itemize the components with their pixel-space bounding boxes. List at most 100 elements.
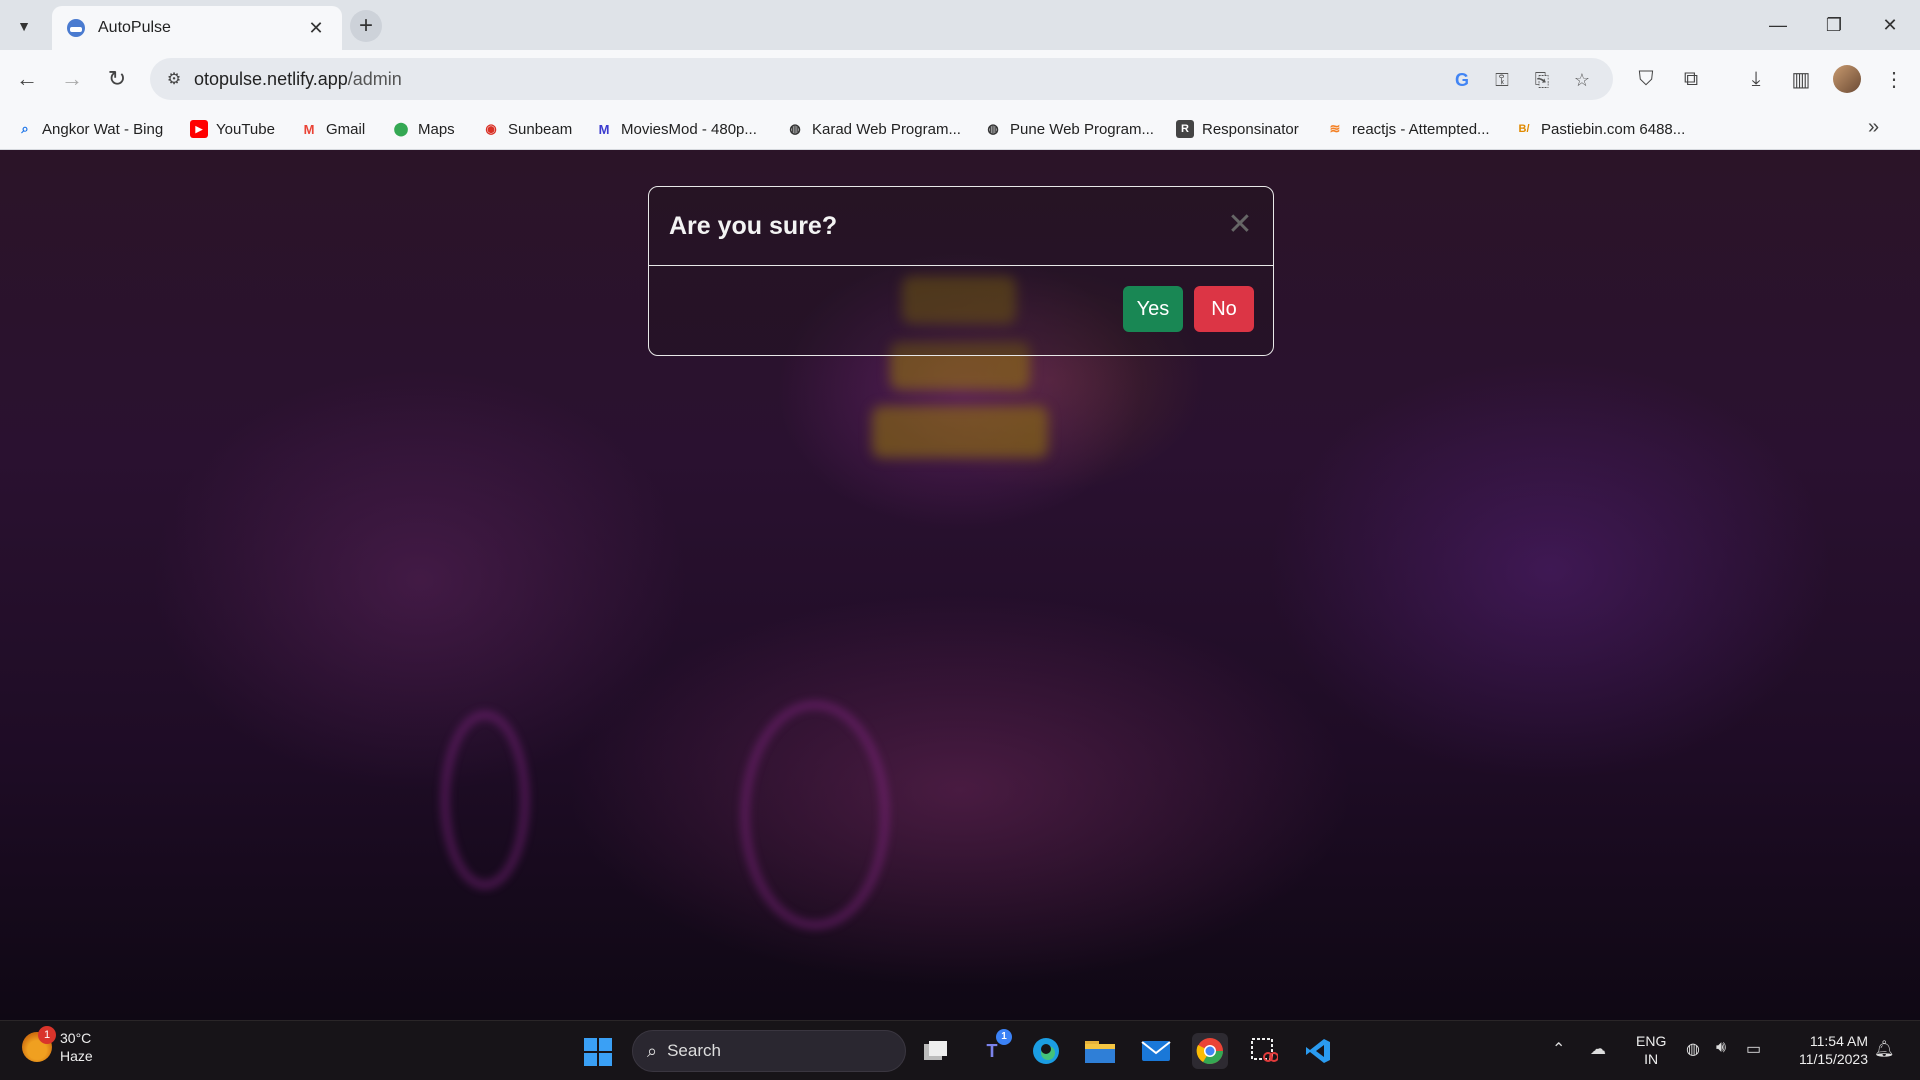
- back-button[interactable]: ←: [10, 62, 44, 96]
- region-code: IN: [1644, 1051, 1659, 1067]
- weather-sun-icon: 1: [22, 1026, 56, 1062]
- onedrive-icon[interactable]: ☁: [1590, 1039, 1606, 1059]
- dialog-header: Are you sure? ✕: [649, 187, 1273, 266]
- no-button[interactable]: No: [1194, 286, 1254, 332]
- chevron-up-icon[interactable]: ⌃: [1552, 1039, 1565, 1059]
- volume-icon[interactable]: 🔊︎: [1716, 1039, 1726, 1057]
- side-panel-icon[interactable]: ▥: [1787, 65, 1815, 93]
- bookmarks-bar: ⌕ Angkor Wat - Bing ▶ YouTube M Gmail ⬤ Maps…: [0, 108, 1920, 150]
- close-icon: ✕: [1882, 14, 1898, 35]
- bookmark-item[interactable]: ◍ Pune Web Program...: [984, 117, 1154, 141]
- blurred-wheel: [440, 710, 530, 890]
- car-favicon-icon: [67, 19, 85, 37]
- mail-icon[interactable]: [1138, 1033, 1174, 1069]
- tab-strip: ▼ AutoPulse ✕ + — ❐ ✕: [0, 0, 1920, 50]
- reload-button[interactable]: ↻: [100, 62, 134, 96]
- bookmark-label: YouTube: [216, 120, 275, 138]
- dialog-title: Are you sure?: [669, 211, 838, 240]
- close-icon[interactable]: ✕: [1225, 210, 1255, 241]
- google-lens-icon[interactable]: G: [1450, 68, 1474, 92]
- bookmark-label: Sunbeam: [508, 120, 573, 138]
- weather-temp: 30°C: [60, 1030, 92, 1046]
- bookmark-item[interactable]: ⌕ Angkor Wat - Bing: [16, 117, 163, 141]
- tab-title: AutoPulse: [98, 19, 171, 36]
- sunbeam-icon: ◉: [485, 121, 497, 136]
- site-info-icon[interactable]: ⚙: [154, 59, 194, 99]
- chevron-down-icon: ▼: [17, 18, 31, 34]
- restore-icon: ❐: [1825, 14, 1843, 35]
- windows-logo-icon: [599, 1038, 612, 1051]
- chrome-icon[interactable]: [1192, 1033, 1228, 1069]
- bookmark-label: Karad Web Program...: [812, 120, 961, 138]
- arrow-right-icon: →: [61, 66, 83, 91]
- active-tab[interactable]: AutoPulse ✕: [52, 6, 342, 50]
- bing-search-icon: ⌕: [21, 121, 29, 136]
- url-host: otopulse.netlify.app: [194, 68, 348, 89]
- bookmark-item[interactable]: ⬤ Maps: [392, 117, 455, 141]
- edge-icon[interactable]: [1028, 1033, 1064, 1069]
- file-explorer-icon[interactable]: [1082, 1033, 1118, 1069]
- plus-icon: +: [358, 12, 373, 39]
- profile-avatar[interactable]: [1833, 65, 1861, 93]
- bookmark-label: Responsinator: [1202, 120, 1299, 138]
- bookmark-item[interactable]: ◉ Sunbeam: [482, 117, 572, 141]
- bookmark-label: MoviesMod - 480p...: [621, 120, 757, 138]
- battery-icon[interactable]: ▭: [1746, 1039, 1761, 1059]
- moviesmod-icon: M: [598, 121, 610, 137]
- bookmark-star-icon[interactable]: ☆: [1570, 68, 1594, 92]
- yes-button[interactable]: Yes: [1123, 286, 1183, 332]
- language-code: ENG: [1636, 1033, 1667, 1049]
- tab-search-button[interactable]: ▼: [10, 12, 38, 40]
- bookmark-label: Gmail: [326, 120, 366, 138]
- chevron-double-right-icon[interactable]: »: [1868, 116, 1879, 139]
- bookmark-item[interactable]: ▶ YouTube: [190, 117, 275, 141]
- bookmark-item[interactable]: B/Pastiebin.com 6488...: [1515, 117, 1686, 141]
- menu-kebab-icon[interactable]: ⋮: [1880, 65, 1908, 93]
- network-globe-icon[interactable]: ◍: [1686, 1039, 1700, 1059]
- maps-pin-icon: ⬤: [393, 121, 409, 136]
- restore-button[interactable]: ❐: [1806, 8, 1862, 42]
- extensions-puzzle-icon[interactable]: ⧉: [1677, 65, 1705, 93]
- new-tab-button[interactable]: +: [350, 10, 382, 42]
- weather-badge: 1: [38, 1026, 56, 1044]
- address-bar[interactable]: ⚙ otopulse.netlify.app/admin G ⚿ ⎘ ☆: [150, 58, 1613, 100]
- bookmark-label: Pastiebin.com 6488...: [1541, 120, 1686, 138]
- start-button[interactable]: [584, 1038, 612, 1066]
- clock-date: 11/15/2023: [1798, 1051, 1868, 1067]
- bookmark-item[interactable]: M Gmail: [300, 117, 366, 141]
- weather-widget[interactable]: 1 30°C Haze: [22, 1026, 93, 1065]
- close-tab-icon[interactable]: ✕: [304, 18, 328, 39]
- weather-desc: Haze: [60, 1048, 93, 1064]
- blurred-wheel: [740, 700, 890, 930]
- extension-shield-icon[interactable]: ⛉: [1632, 65, 1660, 93]
- bookmark-item[interactable]: ≋ reactjs - Attempted...: [1326, 117, 1490, 141]
- task-view-icon[interactable]: [918, 1033, 954, 1069]
- bookmark-label: reactjs - Attempted...: [1352, 120, 1490, 138]
- search-icon: ⌕: [647, 1040, 658, 1061]
- teams-icon[interactable]: T1: [974, 1029, 1012, 1069]
- url-path: /admin: [347, 68, 402, 89]
- taskbar-search[interactable]: ⌕ Search: [632, 1030, 906, 1072]
- clock[interactable]: 11:54 AM 11/15/2023: [1786, 1032, 1868, 1068]
- forward-button[interactable]: →: [55, 62, 89, 96]
- windows-taskbar: 1 30°C Haze ⌕ Search T1 ⌃ ☁ ENG IN ◍ 🔊︎ …: [0, 1020, 1920, 1080]
- bookmark-item[interactable]: ◍ Karad Web Program...: [786, 117, 961, 141]
- dialog-footer: Yes No: [649, 266, 1273, 356]
- language-indicator[interactable]: ENG IN: [1636, 1032, 1666, 1068]
- search-placeholder: Search: [667, 1041, 721, 1060]
- bookmark-item[interactable]: R Responsinator: [1176, 117, 1299, 141]
- vscode-icon[interactable]: [1300, 1033, 1336, 1069]
- password-key-icon[interactable]: ⚿: [1490, 68, 1514, 92]
- snipping-tool-icon[interactable]: [1246, 1033, 1282, 1069]
- gmail-icon: M: [303, 121, 315, 137]
- globe-icon: ◍: [789, 121, 801, 136]
- install-app-icon[interactable]: ⎘: [1530, 68, 1554, 92]
- confirm-dialog: Are you sure? ✕ Yes No: [648, 186, 1274, 356]
- bookmark-label: Angkor Wat - Bing: [42, 120, 164, 138]
- minimize-button[interactable]: —: [1750, 8, 1806, 42]
- bookmark-item[interactable]: M MoviesMod - 480p...: [595, 117, 757, 141]
- download-icon[interactable]: ⤓: [1742, 65, 1770, 93]
- url-text[interactable]: otopulse.netlify.app/admin: [194, 69, 402, 90]
- notification-bell-icon[interactable]: 🔔︎: [1874, 1039, 1894, 1059]
- close-window-button[interactable]: ✕: [1862, 8, 1918, 42]
